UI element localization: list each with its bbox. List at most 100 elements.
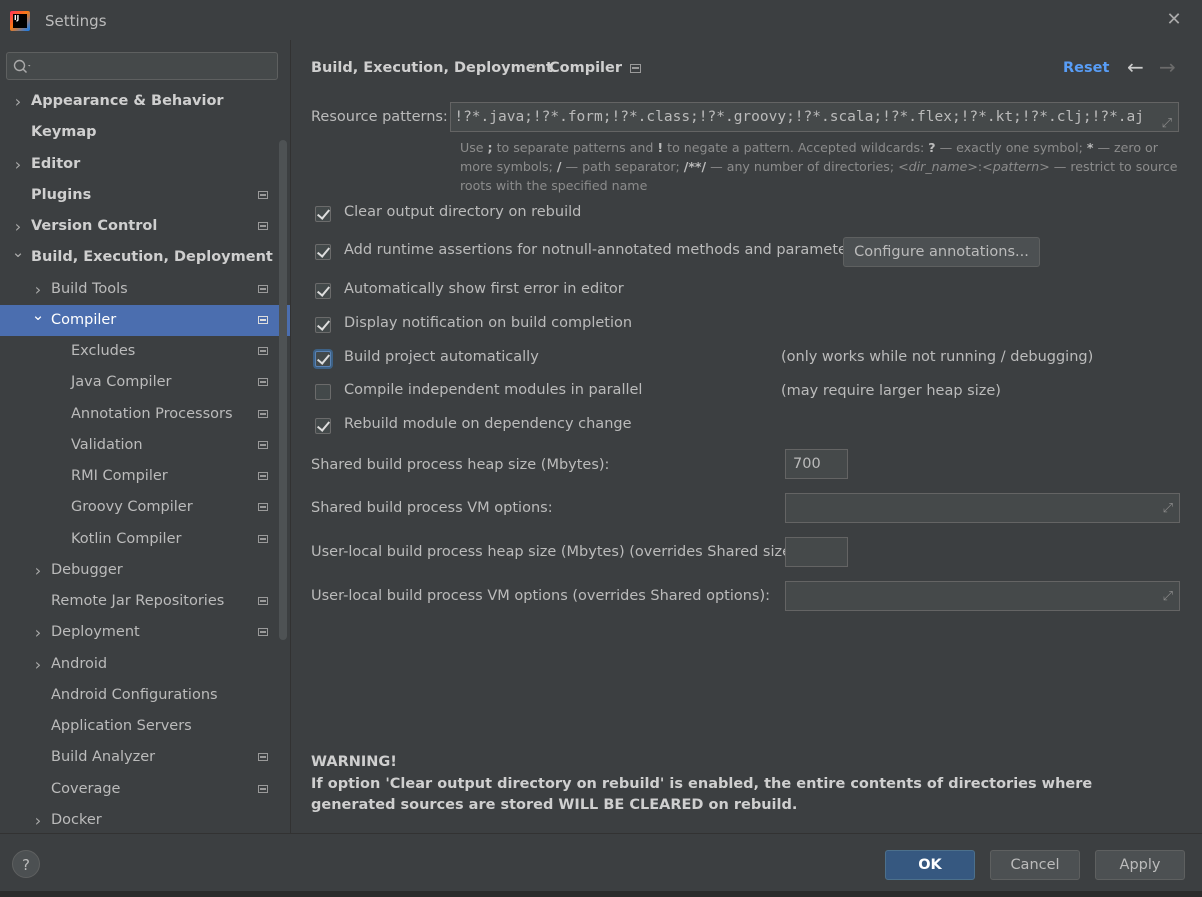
breadcrumb-parent[interactable]: Build, Execution, Deployment bbox=[311, 60, 553, 76]
project-level-icon bbox=[258, 285, 268, 293]
option-label: Clear output directory on rebuild bbox=[344, 204, 582, 220]
search-input[interactable] bbox=[6, 52, 278, 80]
sidebar-item-label: Kotlin Compiler bbox=[71, 531, 182, 547]
local-vm-label: User-local build process VM options (ove… bbox=[311, 588, 771, 604]
sidebar-item-label: Android Configurations bbox=[51, 687, 218, 703]
checkbox[interactable] bbox=[315, 418, 331, 434]
checkbox[interactable] bbox=[315, 206, 331, 222]
sidebar-item-kotlin-compiler[interactable]: Kotlin Compiler bbox=[0, 524, 290, 555]
settings-sidebar: › Appearance & Behavior Keymap › Editor Plugi… bbox=[0, 40, 290, 833]
local-vm-input[interactable]: ⤢ bbox=[785, 581, 1180, 611]
sidebar-item-label: Excludes bbox=[71, 343, 136, 359]
sidebar-item-rmi-compiler[interactable]: RMI Compiler bbox=[0, 461, 290, 492]
option-label: Rebuild module on dependency change bbox=[344, 416, 632, 432]
window-title: Settings bbox=[45, 12, 107, 30]
chevron-right-icon[interactable]: › bbox=[31, 805, 45, 836]
chevron-right-icon[interactable]: › bbox=[11, 86, 25, 117]
project-level-icon bbox=[258, 316, 268, 324]
sidebar-item-label: Debugger bbox=[51, 562, 123, 578]
sidebar-item-label: Editor bbox=[31, 156, 81, 172]
sidebar-item-docker[interactable]: › Docker bbox=[0, 805, 290, 836]
warning-message: WARNING! If option 'Clear output directo… bbox=[311, 752, 1181, 817]
sidebar-item-coverage[interactable]: Coverage bbox=[0, 774, 290, 805]
shared-vm-input[interactable]: ⤢ bbox=[785, 493, 1180, 523]
sidebar-item-label: RMI Compiler bbox=[71, 468, 168, 484]
expand-icon[interactable]: ⤢ bbox=[1163, 501, 1173, 516]
sidebar-item-label: Build, Execution, Deployment bbox=[31, 249, 273, 265]
cancel-button[interactable]: Cancel bbox=[990, 850, 1080, 880]
resource-patterns-input[interactable]: !?*.java;!?*.form;!?*.class;!?*.groovy;!… bbox=[450, 102, 1179, 132]
sidebar-item-version-control[interactable]: › Version Control bbox=[0, 211, 290, 242]
sidebar-item-keymap[interactable]: Keymap bbox=[0, 117, 290, 148]
apply-button[interactable]: Apply bbox=[1095, 850, 1185, 880]
checkbox[interactable] bbox=[315, 283, 331, 299]
sidebar-item-application-servers[interactable]: Application Servers bbox=[0, 711, 290, 742]
sidebar-item-label: Remote Jar Repositories bbox=[51, 593, 225, 609]
chevron-right-icon[interactable]: › bbox=[31, 649, 45, 680]
project-level-icon bbox=[258, 441, 268, 449]
sidebar-item-android-configurations[interactable]: Android Configurations bbox=[0, 680, 290, 711]
chevron-right-icon[interactable]: › bbox=[31, 617, 45, 648]
expand-icon[interactable]: ⤢ bbox=[1163, 589, 1173, 604]
sidebar-item-label: Build Analyzer bbox=[51, 749, 156, 765]
forward-arrow-icon[interactable]: → bbox=[1159, 55, 1176, 79]
sidebar-item-label: Docker bbox=[51, 812, 102, 828]
sidebar-item-groovy-compiler[interactable]: Groovy Compiler bbox=[0, 492, 290, 523]
sidebar-item-plugins[interactable]: Plugins bbox=[0, 180, 290, 211]
breadcrumb-current: Compiler bbox=[549, 60, 623, 76]
configure-annotations-button[interactable]: Configure annotations... bbox=[843, 237, 1040, 267]
reset-link[interactable]: Reset bbox=[1063, 60, 1109, 76]
sidebar-item-appearance-behavior[interactable]: › Appearance & Behavior bbox=[0, 86, 290, 117]
back-arrow-icon[interactable]: ← bbox=[1127, 55, 1144, 79]
checkbox[interactable] bbox=[315, 384, 331, 400]
sidebar-item-java-compiler[interactable]: Java Compiler bbox=[0, 367, 290, 398]
local-heap-input[interactable] bbox=[785, 537, 848, 567]
sidebar-item-compiler[interactable]: ⌄ Compiler bbox=[0, 305, 290, 336]
project-level-icon bbox=[258, 597, 268, 605]
project-level-icon bbox=[258, 222, 268, 230]
close-icon[interactable]: ✕ bbox=[1162, 8, 1186, 32]
sidebar-item-label: Android bbox=[51, 656, 108, 672]
sidebar-scrollbar[interactable] bbox=[279, 140, 287, 640]
sidebar-item-android[interactable]: › Android bbox=[0, 649, 290, 680]
shared-heap-label: Shared build process heap size (Mbytes): bbox=[311, 457, 610, 473]
sidebar-item-label: Compiler bbox=[51, 312, 117, 328]
shared-heap-value: 700 bbox=[793, 456, 821, 472]
project-level-icon bbox=[258, 628, 268, 636]
sidebar-item-label: Annotation Processors bbox=[71, 406, 233, 422]
sidebar-item-deployment[interactable]: › Deployment bbox=[0, 617, 290, 648]
sidebar-item-label: Java Compiler bbox=[71, 374, 172, 390]
resource-patterns-value: !?*.java;!?*.form;!?*.class;!?*.groovy;!… bbox=[454, 109, 1144, 125]
checkbox[interactable] bbox=[315, 317, 331, 333]
title-bar: IJ Settings ✕ bbox=[0, 0, 1202, 40]
sidebar-item-build-analyzer[interactable]: Build Analyzer bbox=[0, 742, 290, 773]
shared-heap-input[interactable]: 700 bbox=[785, 449, 848, 479]
sidebar-item-editor[interactable]: › Editor bbox=[0, 149, 290, 180]
expand-icon[interactable]: ⤢ bbox=[1162, 110, 1172, 131]
sidebar-item-debugger[interactable]: › Debugger bbox=[0, 555, 290, 586]
sidebar-item-remote-jar-repositories[interactable]: Remote Jar Repositories bbox=[0, 586, 290, 617]
checkbox[interactable] bbox=[315, 244, 331, 260]
chevron-down-icon[interactable]: ⌄ bbox=[31, 300, 45, 331]
option-label: Build project automatically bbox=[344, 349, 539, 365]
sidebar-item-label: Keymap bbox=[31, 124, 97, 140]
breadcrumb-separator: › bbox=[532, 59, 538, 74]
warning-body: If option 'Clear output directory on reb… bbox=[311, 775, 1093, 814]
project-level-icon bbox=[258, 378, 268, 386]
chevron-right-icon[interactable]: › bbox=[31, 555, 45, 586]
chevron-right-icon[interactable]: › bbox=[11, 149, 25, 180]
sidebar-item-validation[interactable]: Validation bbox=[0, 430, 290, 461]
ok-button[interactable]: OK bbox=[885, 850, 975, 880]
project-level-icon bbox=[258, 753, 268, 761]
project-level-icon bbox=[258, 472, 268, 480]
build-auto-note: (only works while not running / debuggin… bbox=[781, 349, 1094, 365]
sidebar-item-excludes[interactable]: Excludes bbox=[0, 336, 290, 367]
window-bottom-edge bbox=[0, 891, 1202, 897]
help-button[interactable]: ? bbox=[12, 850, 40, 878]
option-label: Display notification on build completion bbox=[344, 315, 633, 331]
sidebar-item-annotation-processors[interactable]: Annotation Processors bbox=[0, 399, 290, 430]
sidebar-item-build-execution-deployment[interactable]: ⌄ Build, Execution, Deployment bbox=[0, 242, 290, 273]
checkbox[interactable] bbox=[315, 351, 331, 367]
project-level-icon bbox=[258, 535, 268, 543]
chevron-down-icon[interactable]: ⌄ bbox=[11, 237, 25, 268]
